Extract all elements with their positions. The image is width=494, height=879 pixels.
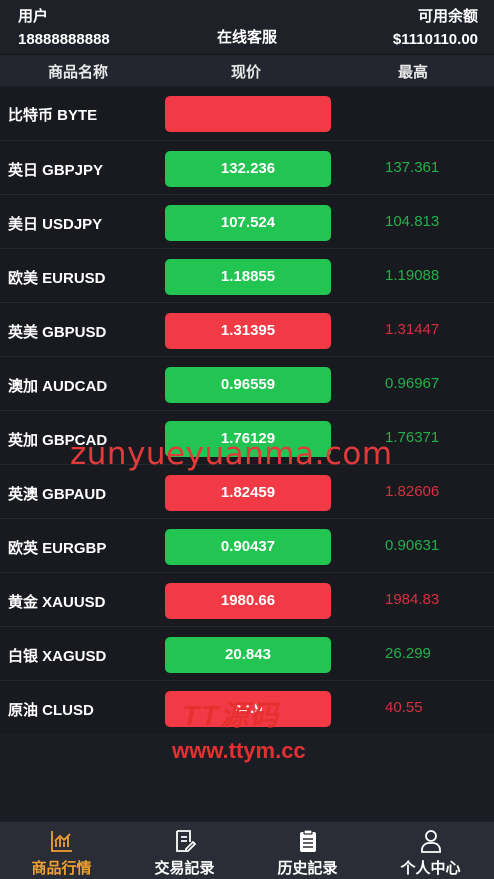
high-price: 1.76371 — [385, 429, 440, 446]
tab-profile[interactable]: 个人中心 — [369, 822, 492, 879]
column-name: 商品名称 — [48, 64, 109, 81]
price-button[interactable]: 132.236 — [165, 151, 331, 187]
high-price: 40.55 — [385, 699, 423, 716]
clipboard-icon — [246, 828, 369, 854]
product-name: 英美 GBPUSD — [8, 324, 107, 341]
market-row[interactable]: 澳加 AUDCAD 0.96559 0.96967 — [0, 356, 494, 410]
market-row[interactable]: 比特币 BYTE — [0, 86, 494, 140]
market-row[interactable]: 黄金 XAUUSD 1980.66 1984.83 — [0, 572, 494, 626]
market-list: 比特币 BYTE 英日 GBPJPY 132.236 137.361 美日 USDJPY… — [0, 86, 494, 734]
high-price: 1984.83 — [385, 591, 440, 608]
price-button[interactable]: 0.90437 — [165, 529, 331, 565]
chart-icon — [0, 828, 123, 854]
price-button[interactable]: 1.18855 — [165, 259, 331, 295]
watermark-url: www.ttym.cc — [172, 738, 306, 763]
product-name: 黄金 XAUUSD — [8, 594, 106, 611]
price-button[interactable]: 1.82459 — [165, 475, 331, 511]
product-name: 英澳 GBPAUD — [8, 486, 107, 503]
product-name: 白银 XAGUSD — [8, 648, 107, 665]
tab-history-records[interactable]: 历史記录 — [246, 822, 369, 879]
high-price: 137.361 — [385, 159, 440, 176]
price-button[interactable]: 1.31395 — [165, 313, 331, 349]
high-price: 0.96967 — [385, 375, 440, 392]
product-name: 欧美 EURUSD — [8, 270, 106, 287]
price-button[interactable] — [165, 96, 331, 132]
tab-market-label: 商品行情 — [31, 860, 92, 877]
market-row[interactable]: 白银 XAGUSD 20.843 26.299 — [0, 626, 494, 680]
column-price: 现价 — [231, 64, 262, 81]
watermark-logo: TT源码 — [182, 700, 281, 731]
market-row[interactable]: 欧美 EURUSD 1.18855 1.19088 — [0, 248, 494, 302]
tab-trade-records-label: 交易記录 — [154, 860, 215, 877]
user-label: 用户 — [18, 8, 49, 25]
balance-value: $1110110.00 — [392, 31, 478, 48]
market-row[interactable]: 英美 GBPUSD 1.31395 1.31447 — [0, 302, 494, 356]
user-icon — [369, 828, 492, 854]
price-button[interactable]: 0.96559 — [165, 367, 331, 403]
bottom-tab-bar: 商品行情 交易記录 历史記录 个人中心 — [0, 822, 494, 879]
price-button[interactable]: 1980.66 — [165, 583, 331, 619]
tab-trade-records[interactable]: 交易記录 — [123, 822, 246, 879]
market-row[interactable]: 美日 USDJPY 107.524 104.813 — [0, 194, 494, 248]
high-price: 1.82606 — [385, 483, 440, 500]
price-button[interactable]: 20.843 — [165, 637, 331, 673]
balance-info: 可用余额 $1110110.00 — [393, 8, 478, 49]
tab-market[interactable]: 商品行情 — [0, 822, 123, 879]
high-price: 0.90631 — [385, 537, 440, 554]
product-name: 原油 CLUSD — [8, 702, 94, 719]
high-price: 26.299 — [385, 645, 431, 662]
high-price: 1.31447 — [385, 321, 440, 338]
document-edit-icon — [123, 828, 246, 854]
top-header: 用户 18888888888 在线客服 可用余额 $1110110.00 — [0, 0, 494, 54]
balance-label: 可用余额 — [417, 8, 478, 25]
column-high: 最高 — [398, 64, 429, 81]
product-name: 英日 GBPJPY — [8, 162, 104, 179]
tab-history-records-label: 历史記录 — [277, 860, 338, 877]
high-price: 1.19088 — [385, 267, 440, 284]
market-row[interactable]: 英澳 GBPAUD 1.82459 1.82606 — [0, 464, 494, 518]
watermark-text: zunyueyuanma.com — [70, 436, 393, 472]
market-row[interactable]: 欧英 EURGBP 0.90437 0.90631 — [0, 518, 494, 572]
product-name: 澳加 AUDCAD — [8, 378, 108, 395]
product-name: 欧英 EURGBP — [8, 540, 107, 557]
high-price: 104.813 — [385, 213, 440, 230]
product-name: 美日 USDJPY — [8, 216, 103, 233]
market-row[interactable]: 英日 GBPJPY 132.236 137.361 — [0, 140, 494, 194]
tab-profile-label: 个人中心 — [400, 860, 461, 877]
product-name: 比特币 BYTE — [8, 107, 98, 124]
column-header: 商品名称 现价 最高 — [0, 54, 494, 86]
price-button[interactable]: 107.524 — [165, 205, 331, 241]
